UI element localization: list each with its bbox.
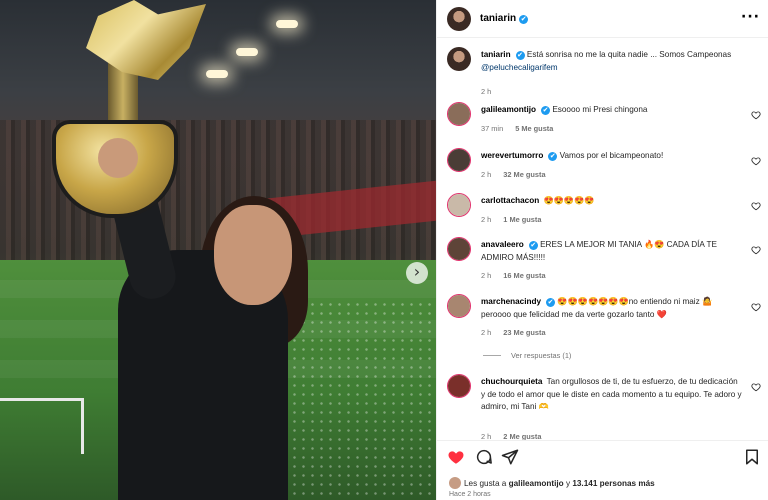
caption-avatar[interactable]: [447, 47, 471, 71]
comment-username[interactable]: anavaleero: [481, 240, 524, 249]
comment-likes[interactable]: 23 Me gusta: [503, 328, 545, 337]
comment-text: werevertumorro ✔ Vamos por el bicampeonat…: [481, 150, 743, 163]
author-avatar[interactable]: [447, 7, 471, 31]
heart-icon[interactable]: [751, 110, 761, 120]
verified-badge-icon: ✔: [548, 152, 558, 161]
comment-time: 2 h: [481, 432, 492, 440]
post-photo[interactable]: ›: [0, 0, 436, 500]
view-replies-label: Ver respuestas (1): [511, 351, 572, 360]
likes-summary[interactable]: Les gusta a galileamontijo y 13.141 pers…: [449, 477, 655, 489]
verified-badge-icon: ✔: [515, 51, 525, 60]
comment-time: 2 h: [481, 271, 492, 280]
comment-text: carlottachacon 😍😍😍😍😍: [481, 195, 743, 208]
commenter-avatar[interactable]: [447, 193, 471, 217]
comment-likes[interactable]: 1 Me gusta: [503, 215, 541, 224]
commenter-avatar[interactable]: [447, 148, 471, 172]
caption-body: Está sonrisa no me la quita nadie ... So…: [526, 50, 732, 59]
comment-text: galileamontijo ✔ Esoooo mi Presi chingona: [481, 104, 743, 117]
comment-text: marchenacindy ✔ 😍😍😍😍😍😍😍no entiendo ni mai…: [481, 296, 743, 321]
comment-row: anavaleero ✔ ERES LA MEJOR MI TANIA 🔥😍 CA…: [437, 237, 768, 285]
comment-username[interactable]: chuchourquieta: [481, 377, 542, 386]
verified-badge-icon: ✔: [541, 106, 551, 115]
floodlight: [276, 20, 298, 28]
comment-likes[interactable]: 32 Me gusta: [503, 170, 545, 179]
verified-badge-icon: ✔: [528, 241, 538, 250]
replies-divider: [483, 355, 501, 356]
comments-list[interactable]: taniarin ✔ Está sonrisa no me la quita na…: [437, 38, 768, 440]
caption-username[interactable]: taniarin: [481, 50, 511, 59]
verified-badge-icon: ✔: [519, 15, 529, 24]
comment-meta: 2 h 32 Me gusta: [481, 170, 558, 179]
comment-username[interactable]: carlottachacon: [481, 196, 539, 205]
comment-meta: 2 h 2 Me gusta: [481, 432, 553, 440]
comment-time: 2 h: [481, 328, 492, 337]
chevron-right-icon[interactable]: ›: [406, 262, 428, 284]
heart-icon[interactable]: [751, 302, 761, 312]
commenter-avatar[interactable]: [447, 294, 471, 318]
author-username[interactable]: taniarin: [480, 13, 516, 24]
liker-avatar: [449, 477, 461, 489]
heart-icon[interactable]: [751, 156, 761, 166]
view-replies-button[interactable]: Ver respuestas (1): [483, 351, 571, 360]
post-header: taniarin ✔ ···: [437, 0, 768, 38]
commenter-avatar[interactable]: [447, 102, 471, 126]
trophy-top: [86, 0, 206, 80]
likes-count[interactable]: 13.141 personas más: [572, 479, 654, 488]
comment-likes[interactable]: 16 Me gusta: [503, 271, 545, 280]
caption-time: 2 h: [481, 87, 492, 96]
heart-icon[interactable]: [751, 201, 761, 211]
comment-body: Vamos por el bicampeonato!: [559, 151, 664, 160]
verified-badge-icon: ✔: [546, 298, 556, 307]
heart-icon[interactable]: [751, 382, 761, 392]
floodlight: [206, 70, 228, 78]
goal-frame: [0, 398, 84, 454]
comment-time: 37 min: [481, 124, 504, 133]
more-options-icon[interactable]: ···: [741, 9, 760, 25]
comment-username[interactable]: marchenacindy: [481, 297, 541, 306]
comment-meta: 2 h 16 Me gusta: [481, 271, 558, 280]
comment-time: 2 h: [481, 215, 492, 224]
send-icon[interactable]: [501, 448, 519, 466]
comment-username[interactable]: galileamontijo: [481, 105, 536, 114]
comment-likes[interactable]: 2 Me gusta: [503, 432, 541, 440]
floodlight: [236, 48, 258, 56]
liker-username[interactable]: galileamontijo: [509, 479, 564, 488]
comment-row: chuchourquieta Tan orgullosos de ti, de …: [437, 374, 768, 440]
comment-likes[interactable]: 5 Me gusta: [515, 124, 553, 133]
caption-mention-link[interactable]: @peluchecaligarifem: [481, 63, 558, 72]
person-hand: [98, 138, 138, 178]
comment-body: Esoooo mi Presi chingona: [552, 105, 648, 114]
heart-icon[interactable]: [751, 245, 761, 255]
post-time: Hace 2 horas: [449, 491, 491, 498]
comment-icon[interactable]: [475, 448, 493, 466]
comment-text: chuchourquieta Tan orgullosos de ti, de …: [481, 376, 743, 414]
caption: taniarin ✔ Está sonrisa no me la quita na…: [437, 47, 768, 96]
caption-text: taniarin ✔ Está sonrisa no me la quita na…: [481, 49, 743, 74]
comment-row: galileamontijo ✔ Esoooo mi Presi chingona…: [437, 102, 768, 138]
commenter-avatar[interactable]: [447, 374, 471, 398]
heart-icon[interactable]: [447, 448, 465, 466]
action-bar: Les gusta a galileamontijo y 13.141 pers…: [437, 440, 768, 500]
commenter-avatar[interactable]: [447, 237, 471, 261]
caption-meta: 2 h: [481, 87, 503, 96]
person-face: [214, 205, 292, 305]
comment-row: werevertumorro ✔ Vamos por el bicampeonat…: [437, 148, 768, 184]
comment-meta: 2 h 1 Me gusta: [481, 215, 553, 224]
comment-body: 😍😍😍😍😍: [543, 196, 595, 205]
comment-row: marchenacindy ✔ 😍😍😍😍😍😍😍no entiendo ni mai…: [437, 294, 768, 342]
comment-time: 2 h: [481, 170, 492, 179]
post-sidebar: taniarin ✔ ··· taniarin ✔ Está sonrisa no …: [436, 0, 768, 500]
comment-username[interactable]: werevertumorro: [481, 151, 543, 160]
comment-row: carlottachacon 😍😍😍😍😍 2 h 1 Me gusta: [437, 193, 768, 229]
likes-middle: y: [565, 479, 571, 488]
author-username-row[interactable]: taniarin ✔: [480, 13, 529, 24]
comment-meta: 37 min 5 Me gusta: [481, 124, 565, 133]
bookmark-icon[interactable]: [743, 448, 761, 466]
comment-text: anavaleero ✔ ERES LA MEJOR MI TANIA 🔥😍 CA…: [481, 239, 743, 264]
likes-prefix: Les gusta a: [464, 479, 507, 488]
comment-meta: 2 h 23 Me gusta: [481, 328, 558, 337]
